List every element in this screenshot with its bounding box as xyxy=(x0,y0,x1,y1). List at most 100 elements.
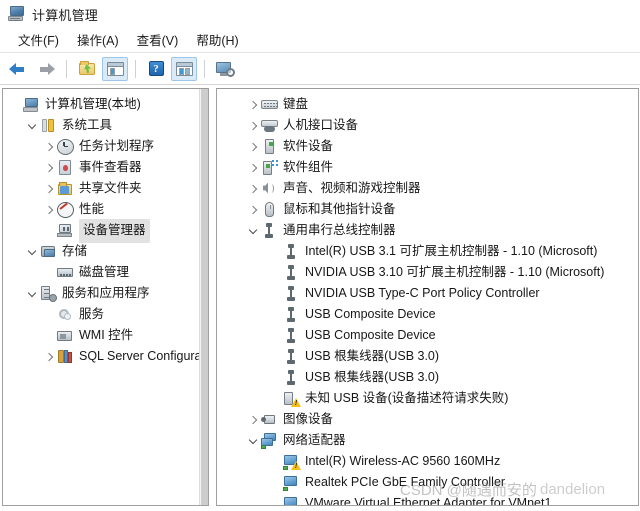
chevron-placeholder xyxy=(43,224,56,237)
chevron-down-icon[interactable] xyxy=(26,245,39,258)
chevron-down-icon[interactable] xyxy=(26,287,39,300)
device-tree-item-row[interactable]: Intel(R) USB 3.1 可扩展主机控制器 - 1.10 (Micros… xyxy=(217,241,638,262)
console-tree-item-row[interactable]: 系统工具 xyxy=(3,115,208,136)
device-tree-item-row[interactable]: USB 根集线器(USB 3.0) xyxy=(217,367,638,388)
console-tree-item-row[interactable]: 服务和应用程序 xyxy=(3,283,208,304)
show-action-pane-button[interactable] xyxy=(171,57,197,81)
menu-view[interactable]: 查看(V) xyxy=(128,28,188,52)
chevron-down-icon[interactable] xyxy=(26,119,39,132)
device-tree-item-row[interactable]: Realtek PCIe GbE Family Controller xyxy=(217,472,638,493)
device-tree-item-label: 图像设备 xyxy=(283,409,333,430)
computer-management-icon xyxy=(8,6,25,22)
chevron-placeholder xyxy=(269,476,282,489)
scan-hardware-button[interactable] xyxy=(212,57,238,81)
chevron-down-icon[interactable] xyxy=(247,224,260,237)
back-arrow-icon xyxy=(9,62,27,76)
services-and-apps-icon xyxy=(40,286,57,302)
chevron-right-icon[interactable] xyxy=(43,203,56,216)
chevron-right-icon[interactable] xyxy=(43,140,56,153)
console-tree-item-label: 存储 xyxy=(62,241,87,262)
menu-action[interactable]: 操作(A) xyxy=(68,28,128,52)
console-tree-item-row[interactable]: WMI 控件 xyxy=(3,325,208,346)
chevron-placeholder xyxy=(269,371,282,384)
device-tree-item-row[interactable]: 人机接口设备 xyxy=(217,115,638,136)
device-tree-item-row[interactable]: NVIDIA USB Type-C Port Policy Controller xyxy=(217,283,638,304)
left-pane-scrollbar[interactable] xyxy=(199,89,208,505)
up-folder-button[interactable] xyxy=(74,57,100,81)
chevron-right-icon[interactable] xyxy=(247,98,260,111)
console-tree-item-label: 共享文件夹 xyxy=(79,178,142,199)
device-tree-item-row[interactable]: 软件组件 xyxy=(217,157,638,178)
console-tree-item-row[interactable]: 计算机管理(本地) xyxy=(3,94,208,115)
hid-icon xyxy=(261,118,278,134)
chevron-right-icon[interactable] xyxy=(247,119,260,132)
chevron-right-icon[interactable] xyxy=(43,350,56,363)
device-tree-item-row[interactable]: 声音、视频和游戏控制器 xyxy=(217,178,638,199)
console-tree-item-row[interactable]: 任务计划程序 xyxy=(3,136,208,157)
shared-folders-icon xyxy=(57,181,74,197)
help-button[interactable]: ? xyxy=(143,57,169,81)
services-icon xyxy=(57,307,74,323)
forward-button[interactable] xyxy=(33,57,59,81)
usb-device-icon xyxy=(283,244,300,260)
console-tree-item-row[interactable]: 性能 xyxy=(3,199,208,220)
sql-server-icon xyxy=(57,349,74,365)
device-manager-pane: 键盘人机接口设备软件设备软件组件声音、视频和游戏控制器鼠标和其他指针设备通用串行… xyxy=(216,88,639,506)
device-tree-item-row[interactable]: 鼠标和其他指针设备 xyxy=(217,199,638,220)
chevron-right-icon[interactable] xyxy=(247,140,260,153)
device-tree-item-label: VMware Virtual Ethernet Adapter for VMne… xyxy=(305,493,551,506)
menu-file[interactable]: 文件(F) xyxy=(9,28,68,52)
sound-video-game-icon xyxy=(261,181,278,197)
usb-device-icon xyxy=(283,370,300,386)
chevron-placeholder xyxy=(269,308,282,321)
chevron-right-icon[interactable] xyxy=(247,182,260,195)
imaging-device-icon xyxy=(261,412,278,428)
device-tree-item-label: 未知 USB 设备(设备描述符请求失败) xyxy=(305,388,508,409)
console-tree-item-row[interactable]: 共享文件夹 xyxy=(3,178,208,199)
console-tree-item-row[interactable]: 存储 xyxy=(3,241,208,262)
device-tree-item-label: 鼠标和其他指针设备 xyxy=(283,199,396,220)
chevron-right-icon[interactable] xyxy=(43,182,56,195)
device-tree-item-row[interactable]: USB Composite Device xyxy=(217,325,638,346)
chevron-placeholder xyxy=(43,308,56,321)
device-tree-item-row[interactable]: 键盘 xyxy=(217,94,638,115)
unknown-usb-device-icon xyxy=(283,391,300,407)
device-tree-item-label: 网络适配器 xyxy=(283,430,346,451)
device-tree-item-label: 软件组件 xyxy=(283,157,333,178)
device-tree-item-row[interactable]: 软件设备 xyxy=(217,136,638,157)
device-tree-item-row[interactable]: 网络适配器 xyxy=(217,430,638,451)
software-component-icon xyxy=(261,160,278,176)
device-tree-item-row[interactable]: 通用串行总线控制器 xyxy=(217,220,638,241)
chevron-placeholder xyxy=(269,245,282,258)
device-tree-item-label: USB Composite Device xyxy=(305,325,436,346)
left-pane-scroll-thumb[interactable] xyxy=(201,89,208,505)
console-tree-item-label: 服务和应用程序 xyxy=(62,283,150,304)
device-tree-item-row[interactable]: Intel(R) Wireless-AC 9560 160MHz xyxy=(217,451,638,472)
console-tree-item-row[interactable]: SQL Server Configurati xyxy=(3,346,208,367)
menu-help[interactable]: 帮助(H) xyxy=(187,28,247,52)
chevron-right-icon[interactable] xyxy=(247,413,260,426)
chevron-down-icon[interactable] xyxy=(247,434,260,447)
chevron-placeholder xyxy=(269,350,282,363)
device-tree-item-row[interactable]: NVIDIA USB 3.10 可扩展主机控制器 - 1.10 (Microso… xyxy=(217,262,638,283)
chevron-right-icon[interactable] xyxy=(43,161,56,174)
console-tree-item-label: 服务 xyxy=(79,304,104,325)
console-tree-item-row[interactable]: 设备管理器 xyxy=(3,220,208,241)
device-tree-item-row[interactable]: VMware Virtual Ethernet Adapter for VMne… xyxy=(217,493,638,506)
console-tree-item-row[interactable]: 事件查看器 xyxy=(3,157,208,178)
console-tree-item-row[interactable]: 磁盘管理 xyxy=(3,262,208,283)
show-hide-tree-button[interactable] xyxy=(102,57,128,81)
device-tree-item-label: USB Composite Device xyxy=(305,304,436,325)
keyboard-icon xyxy=(261,97,278,113)
chevron-right-icon[interactable] xyxy=(247,203,260,216)
console-tree-item-row[interactable]: 服务 xyxy=(3,304,208,325)
device-tree-item-row[interactable]: USB Composite Device xyxy=(217,304,638,325)
chevron-right-icon[interactable] xyxy=(247,161,260,174)
menu-bar: 文件(F) 操作(A) 查看(V) 帮助(H) xyxy=(0,28,640,53)
back-button[interactable] xyxy=(5,57,31,81)
computer-management-window: 计算机管理 文件(F) 操作(A) 查看(V) 帮助(H) ? xyxy=(0,0,640,511)
device-tree-item-row[interactable]: 图像设备 xyxy=(217,409,638,430)
device-tree-item-row[interactable]: 未知 USB 设备(设备描述符请求失败) xyxy=(217,388,638,409)
device-tree-item-row[interactable]: USB 根集线器(USB 3.0) xyxy=(217,346,638,367)
chevron-placeholder xyxy=(9,98,22,111)
